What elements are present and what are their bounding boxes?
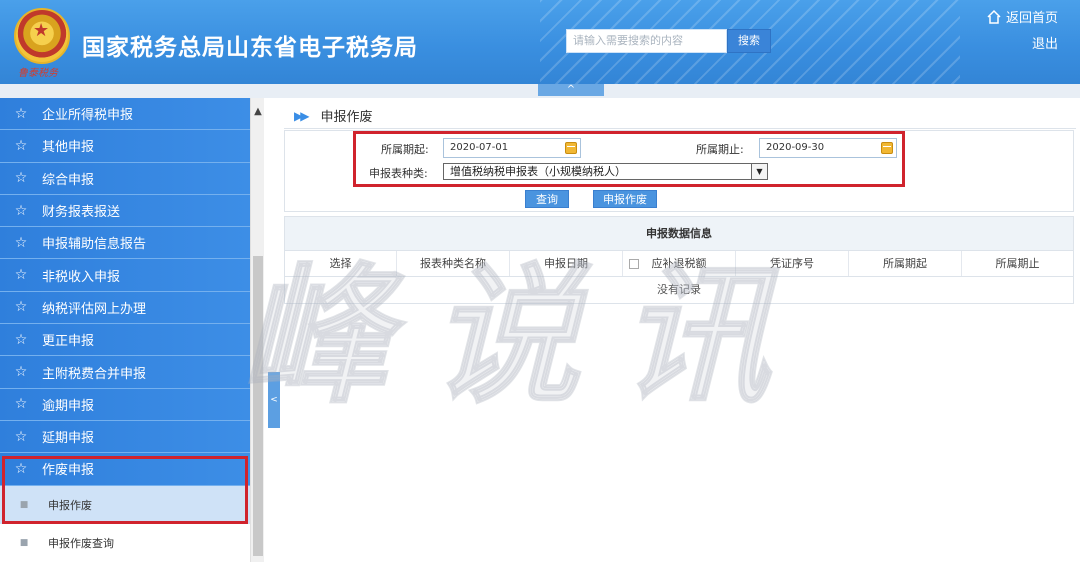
sidebar-item[interactable]: ☆ 逾期申报 xyxy=(0,388,250,421)
void-declaration-button[interactable]: 申报作废 xyxy=(593,190,657,208)
sidebar-gap xyxy=(264,98,284,562)
tax-emblem-icon: ★ xyxy=(14,8,70,64)
sidebar: ☆ 企业所得税申报 ☆ 其他申报 ☆ 综合申报 ☆ 财务报表报送 ☆ 申报辅助信息报告 ☆… xyxy=(0,98,250,562)
sidebar-item-label: 更正申报 xyxy=(42,334,95,350)
home-link[interactable]: 返回首页 xyxy=(986,7,1058,26)
empty-table-message: 没有记录 xyxy=(657,283,701,296)
column-header: 所属期止 xyxy=(995,257,1040,270)
sidebar-item-label: 非税收入申报 xyxy=(42,269,121,285)
star-icon: ☆ xyxy=(14,137,28,154)
main-content: ▶▶ 申报作废 所属期起: 2020-07-01 所属期止: 2020-09-3… xyxy=(284,98,1080,562)
scroll-thumb[interactable] xyxy=(253,256,263,556)
logout-link[interactable]: 退出 xyxy=(1032,33,1058,52)
sidebar-item[interactable]: ☆ 申报辅助信息报告 xyxy=(0,227,250,260)
sidebar-item[interactable]: ☆ 更正申报 xyxy=(0,324,250,357)
form-highlight-frame xyxy=(353,131,905,187)
sidebar-item-label: 申报辅助信息报告 xyxy=(42,237,147,253)
search-button[interactable]: 搜索 xyxy=(727,29,771,53)
emblem-signature: 鲁泰税务 xyxy=(18,68,58,79)
sidebar-toggle-button[interactable]: < xyxy=(268,372,280,428)
star-icon: ☆ xyxy=(14,170,28,187)
sidebar-item-label: 财务报表报送 xyxy=(42,205,121,221)
sidebar-item[interactable]: ☆ 延期申报 xyxy=(0,420,250,454)
star-icon: ☆ xyxy=(14,234,28,251)
sidebar-item[interactable]: ☆ 其他申报 xyxy=(0,130,250,163)
star-icon: ☆ xyxy=(14,364,28,381)
sidebar-item[interactable]: ☆ 财务报表报送 xyxy=(0,194,250,228)
query-form: 所属期起: 2020-07-01 所属期止: 2020-09-30 申报表种类:… xyxy=(284,130,1074,212)
sidebar-item[interactable]: ☆ 主附税费合并申报 xyxy=(0,356,250,389)
sidebar-subitem-label: 申报作废查询 xyxy=(48,536,114,550)
column-header: 报表种类名称 xyxy=(397,251,510,276)
column-header: 所属期起 xyxy=(849,251,962,276)
star-icon: ☆ xyxy=(14,299,28,316)
home-icon xyxy=(987,9,1001,24)
app-root: ★ 鲁泰税务 国家税务总局山东省电子税务局 请输入需要搜索的内容 搜索 返回首页… xyxy=(0,0,1080,562)
header: ★ 鲁泰税务 国家税务总局山东省电子税务局 请输入需要搜索的内容 搜索 返回首页… xyxy=(0,0,1080,84)
sidebar-scrollbar[interactable]: ▲ xyxy=(250,98,264,562)
site-title: 国家税务总局山东省电子税务局 xyxy=(82,35,418,61)
sidebar-item-label: 综合申报 xyxy=(42,172,95,188)
sidebar-subitem[interactable]: ■ 申报作废查询 xyxy=(0,524,250,562)
star-icon: ☆ xyxy=(14,331,28,348)
declaration-table: 申报数据信息 选择 报表种类名称 申报日期 应补退税额 凭证序号 所属期起 所属… xyxy=(284,216,1074,304)
star-icon: ☆ xyxy=(14,202,28,219)
sidebar-item[interactable]: ☆ 企业所得税申报 xyxy=(0,98,250,131)
collapse-header-button[interactable]: ^ xyxy=(538,84,604,96)
column-header: 凭证序号 xyxy=(736,251,849,276)
bullet-icon: ■ xyxy=(19,537,29,548)
sidebar-item[interactable]: ☆ 综合申报 xyxy=(0,162,250,195)
breadcrumb: ▶▶ 申报作废 xyxy=(294,106,373,126)
home-link-label: 返回首页 xyxy=(1005,11,1058,26)
star-icon: ☆ xyxy=(14,396,28,413)
scroll-up-icon[interactable]: ▲ xyxy=(251,106,265,122)
sidebar-item[interactable]: ☆ 纳税评估网上办理 xyxy=(0,291,250,325)
sidebar-item-label: 纳税评估网上办理 xyxy=(42,301,147,317)
column-header: 选择 xyxy=(285,251,397,276)
sidebar-item-label: 主附税费合并申报 xyxy=(42,366,147,382)
sidebar-item-label: 延期申报 xyxy=(42,431,95,447)
star-icon: ☆ xyxy=(14,428,28,445)
double-arrow-icon: ▶▶ xyxy=(294,108,310,123)
select-all-checkbox[interactable] xyxy=(629,259,639,269)
sidebar-item-label: 其他申报 xyxy=(42,140,95,156)
column-header-label: 应补退税额 xyxy=(651,257,707,270)
query-button[interactable]: 查询 xyxy=(525,190,569,208)
table-title: 申报数据信息 xyxy=(285,217,1073,251)
table-header: 选择 报表种类名称 申报日期 应补退税额 凭证序号 所属期起 所属期止 xyxy=(285,251,1073,277)
sidebar-item-label: 企业所得税申报 xyxy=(42,108,134,124)
sidebar-highlight-frame xyxy=(2,456,248,524)
sidebar-item-label: 逾期申报 xyxy=(42,398,95,414)
search-input[interactable]: 请输入需要搜索的内容 xyxy=(566,29,727,53)
sidebar-item[interactable]: ☆ 非税收入申报 xyxy=(0,259,250,292)
star-icon: ☆ xyxy=(14,267,28,284)
divider xyxy=(284,128,1076,129)
column-header-with-checkbox: 应补退税额 xyxy=(623,251,736,276)
star-icon: ☆ xyxy=(14,105,28,122)
column-header: 申报日期 xyxy=(510,251,623,276)
page-title: 申报作废 xyxy=(320,110,373,125)
